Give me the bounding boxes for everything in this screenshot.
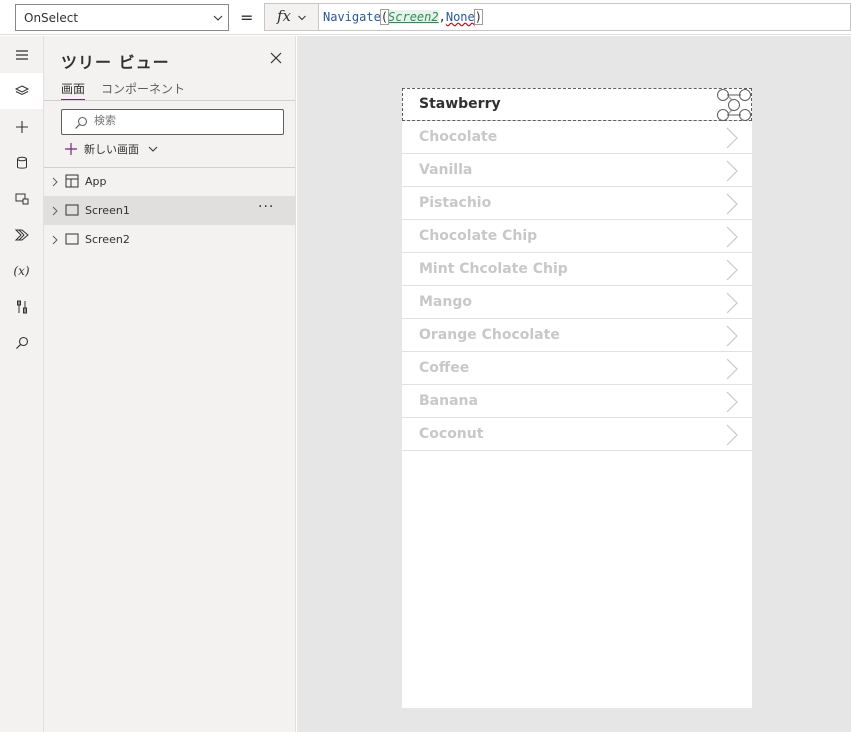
chevron-right-icon[interactable] bbox=[51, 206, 59, 216]
search-icon bbox=[75, 116, 88, 129]
gallery-item-title: Chocolate bbox=[419, 129, 498, 145]
gallery-row[interactable]: Stawberry bbox=[402, 88, 752, 121]
new-screen-label: 新しい画面 bbox=[84, 143, 139, 156]
fx-button[interactable]: fx bbox=[264, 3, 318, 31]
gallery-item-title: Orange Chocolate bbox=[419, 327, 560, 343]
gallery-row[interactable]: Chocolate Chip bbox=[402, 220, 752, 253]
tree-node-screen1[interactable]: Screen1 ··· bbox=[44, 196, 295, 225]
tab-divider bbox=[44, 100, 295, 101]
property-dropdown-value: OnSelect bbox=[24, 11, 79, 25]
chevron-down-icon bbox=[298, 15, 306, 21]
chevron-right-icon[interactable] bbox=[725, 127, 739, 149]
new-screen-button[interactable]: 新しい画面 bbox=[64, 140, 159, 158]
close-icon[interactable] bbox=[268, 50, 284, 66]
property-dropdown[interactable]: OnSelect bbox=[15, 4, 229, 31]
formula-arg-screen: Screen2 bbox=[388, 10, 439, 24]
screen-icon bbox=[65, 204, 79, 216]
gallery-row[interactable]: Vanilla bbox=[402, 154, 752, 187]
formula-function: Navigate bbox=[323, 10, 381, 24]
screen-icon bbox=[65, 233, 79, 245]
gallery-row[interactable]: Mint Chcolate Chip bbox=[402, 253, 752, 286]
media-button[interactable] bbox=[0, 181, 43, 217]
formula-arg-transition: None bbox=[445, 10, 475, 24]
gallery-item-title: Stawberry bbox=[419, 96, 501, 112]
gallery-row[interactable]: Coffee bbox=[402, 352, 752, 385]
chevron-right-icon[interactable] bbox=[51, 177, 59, 187]
more-options-icon[interactable]: ··· bbox=[258, 199, 274, 215]
chevron-right-icon[interactable] bbox=[51, 235, 59, 245]
gallery-item-title: Chocolate Chip bbox=[419, 228, 538, 244]
search-button[interactable] bbox=[0, 325, 43, 361]
gallery-item-title: Coffee bbox=[419, 360, 470, 376]
hamburger-menu-icon bbox=[15, 50, 28, 60]
chevron-down-icon bbox=[213, 15, 223, 21]
gallery-row[interactable]: Banana bbox=[402, 385, 752, 418]
chevron-right-icon[interactable] bbox=[725, 325, 739, 347]
tools-icon bbox=[16, 300, 27, 314]
media-icon bbox=[15, 193, 28, 205]
hamburger-menu-button[interactable] bbox=[0, 37, 43, 73]
database-icon bbox=[16, 156, 27, 169]
tree-node-app[interactable]: App bbox=[44, 167, 295, 196]
power-automate-button[interactable] bbox=[0, 217, 43, 253]
gallery-row[interactable]: Orange Chocolate bbox=[402, 319, 752, 352]
gallery-item-title: Mint Chcolate Chip bbox=[419, 261, 568, 277]
search-icon bbox=[15, 336, 28, 349]
layers-icon bbox=[14, 85, 29, 96]
tree-node-label: App bbox=[85, 175, 107, 188]
formula-text: Navigate(Screen2,None) bbox=[323, 9, 484, 25]
search-box[interactable] bbox=[61, 109, 284, 135]
gallery-row[interactable]: Mango bbox=[402, 286, 752, 319]
gallery-row[interactable]: Coconut bbox=[402, 418, 752, 451]
search-input[interactable] bbox=[94, 114, 274, 127]
chevron-right-icon[interactable] bbox=[725, 160, 739, 182]
power-automate-icon bbox=[14, 229, 29, 241]
insert-button[interactable] bbox=[0, 109, 43, 145]
variables-icon: (x) bbox=[13, 264, 30, 278]
formula-input[interactable]: Navigate(Screen2,None) bbox=[318, 3, 851, 31]
gallery-item-title: Vanilla bbox=[419, 162, 473, 178]
chevron-right-icon[interactable] bbox=[725, 391, 739, 413]
tree-node-screen2[interactable]: Screen2 bbox=[44, 225, 295, 254]
tab-components[interactable]: コンポーネント bbox=[101, 80, 185, 97]
left-rail: (x) bbox=[0, 36, 44, 732]
plus-icon bbox=[15, 121, 28, 133]
tree-node-label: Screen1 bbox=[85, 204, 130, 217]
data-button[interactable] bbox=[0, 145, 43, 181]
design-canvas: Stawberry Chocolate Vanilla Pistachio Ch… bbox=[297, 36, 851, 732]
chevron-right-icon[interactable] bbox=[725, 226, 739, 248]
formula-close-paren: ) bbox=[473, 9, 484, 25]
panel-title: ツリー ビュー bbox=[61, 53, 170, 72]
gallery-item-title: Banana bbox=[419, 393, 478, 409]
resize-handles[interactable] bbox=[716, 88, 752, 122]
plus-icon bbox=[65, 143, 77, 155]
formula-open-paren: ( bbox=[379, 9, 390, 25]
chevron-right-icon[interactable] bbox=[725, 292, 739, 314]
tree-node-label: Screen2 bbox=[85, 233, 130, 246]
variables-button[interactable]: (x) bbox=[0, 253, 43, 289]
advanced-tools-button[interactable] bbox=[0, 289, 43, 325]
app-screen-preview: Stawberry Chocolate Vanilla Pistachio Ch… bbox=[402, 88, 752, 708]
chevron-right-icon[interactable] bbox=[725, 259, 739, 281]
chevron-down-icon bbox=[148, 146, 158, 152]
app-icon bbox=[65, 174, 79, 188]
gallery-item-title: Mango bbox=[419, 294, 472, 310]
formula-comma: , bbox=[438, 10, 446, 24]
gallery-item-title: Pistachio bbox=[419, 195, 492, 211]
chevron-right-icon[interactable] bbox=[725, 424, 739, 446]
tree-view-button[interactable] bbox=[0, 73, 43, 109]
equals-sign: = bbox=[240, 8, 254, 27]
formula-bar: OnSelect = fx Navigate(Screen2,None) bbox=[0, 0, 851, 35]
chevron-right-icon[interactable] bbox=[725, 358, 739, 380]
chevron-right-icon[interactable] bbox=[725, 193, 739, 215]
gallery-item-title: Coconut bbox=[419, 426, 484, 442]
gallery-row[interactable]: Pistachio bbox=[402, 187, 752, 220]
tree-view-panel: ツリー ビュー 画面 コンポーネント 新しい画面 App Screen1 ···… bbox=[44, 36, 296, 732]
fx-icon: fx bbox=[277, 7, 292, 25]
tab-screens[interactable]: 画面 bbox=[61, 80, 86, 101]
gallery-row[interactable]: Chocolate bbox=[402, 121, 752, 154]
